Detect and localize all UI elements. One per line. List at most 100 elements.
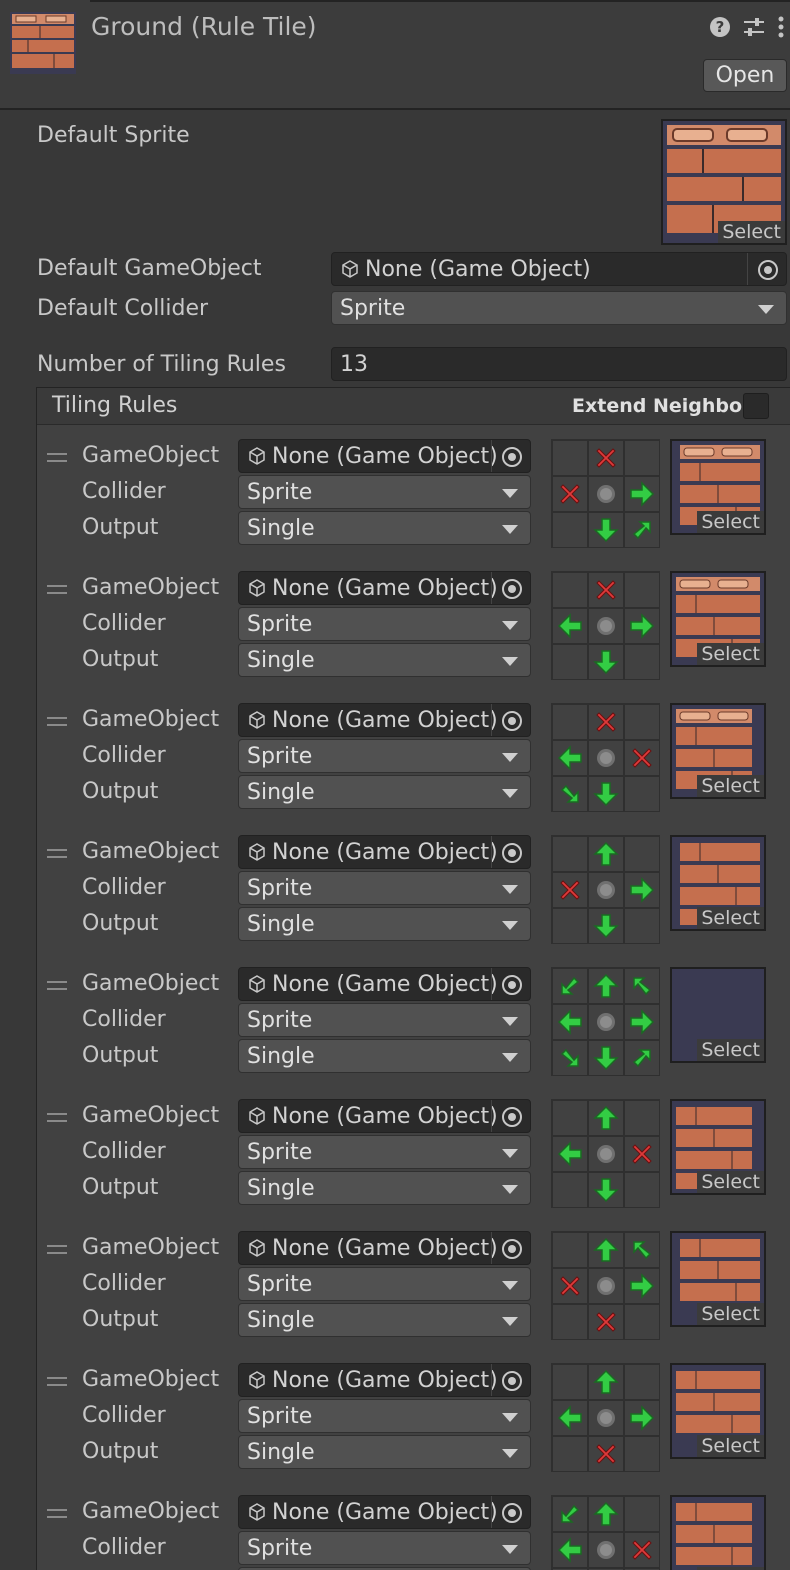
rule-sprite-field[interactable]: Select (670, 1495, 766, 1570)
neighbor-cell[interactable] (588, 872, 624, 908)
neighbor-cell[interactable] (624, 572, 660, 608)
rule-sprite-field[interactable]: Select (670, 835, 766, 931)
neighbor-cell[interactable] (588, 440, 624, 476)
neighbor-cell[interactable] (552, 1268, 588, 1304)
collider-dropdown[interactable]: Sprite (238, 871, 531, 905)
neighbor-cell[interactable] (588, 1400, 624, 1436)
neighbor-cell[interactable] (624, 512, 660, 548)
neighbor-cell[interactable] (552, 704, 588, 740)
neighbor-cell[interactable] (552, 608, 588, 644)
neighbor-cell[interactable] (552, 908, 588, 944)
neighbor-cell[interactable] (624, 740, 660, 776)
neighbor-cell[interactable] (588, 1172, 624, 1208)
drag-handle-icon[interactable] (47, 1245, 67, 1259)
neighbor-cell[interactable] (552, 968, 588, 1004)
object-picker-icon[interactable] (502, 843, 522, 863)
collider-dropdown[interactable]: Sprite (238, 1399, 531, 1433)
collider-dropdown[interactable]: Sprite (238, 1531, 531, 1565)
neighbor-cell[interactable] (624, 1136, 660, 1172)
drag-handle-icon[interactable] (47, 849, 67, 863)
neighbor-cell[interactable] (552, 512, 588, 548)
neighbor-cell[interactable] (624, 608, 660, 644)
output-dropdown[interactable]: Single (238, 643, 531, 677)
neighbor-cell[interactable] (552, 1304, 588, 1340)
gameobject-field[interactable]: None (Game Object) (238, 1363, 531, 1397)
neighbor-cell[interactable] (552, 572, 588, 608)
neighbor-cell[interactable] (624, 1172, 660, 1208)
neighbor-cell[interactable] (588, 908, 624, 944)
neighbor-cell[interactable] (624, 872, 660, 908)
neighbor-cell[interactable] (588, 836, 624, 872)
rule-sprite-field[interactable]: Select (670, 571, 766, 667)
collider-dropdown[interactable]: Sprite (238, 739, 531, 773)
neighbor-cell[interactable] (552, 1100, 588, 1136)
neighbor-cell[interactable] (552, 872, 588, 908)
neighbor-cell[interactable] (588, 776, 624, 812)
neighbor-cell[interactable] (552, 1136, 588, 1172)
neighbor-cell[interactable] (552, 644, 588, 680)
rule-sprite-field[interactable]: Select (670, 439, 766, 535)
drag-handle-icon[interactable] (47, 1113, 67, 1127)
neighbor-cell[interactable] (552, 1532, 588, 1568)
gameobject-field[interactable]: None (Game Object) (238, 1231, 531, 1265)
object-picker-icon[interactable] (502, 1107, 522, 1127)
drag-handle-icon[interactable] (47, 1509, 67, 1523)
rule-sprite-field[interactable]: Select (670, 1231, 766, 1327)
neighbor-cell[interactable] (588, 740, 624, 776)
output-dropdown[interactable]: Single (238, 907, 531, 941)
gameobject-field[interactable]: None (Game Object) (238, 1099, 531, 1133)
preset-icon[interactable] (742, 14, 766, 40)
neighbor-cell[interactable] (624, 1436, 660, 1472)
object-picker-icon[interactable] (502, 975, 522, 995)
output-dropdown[interactable]: Single (238, 1435, 531, 1469)
help-icon[interactable]: ? (708, 14, 732, 40)
output-dropdown[interactable]: Single (238, 775, 531, 809)
select-label[interactable]: Select (697, 1435, 764, 1457)
neighbor-cell[interactable] (624, 1400, 660, 1436)
neighbor-cell[interactable] (588, 1532, 624, 1568)
neighbor-cell[interactable] (624, 1100, 660, 1136)
neighbor-cell[interactable] (552, 740, 588, 776)
neighbor-cell[interactable] (552, 1172, 588, 1208)
neighbor-cell[interactable] (588, 1040, 624, 1076)
neighbor-cell[interactable] (552, 776, 588, 812)
neighbor-cell[interactable] (624, 968, 660, 1004)
output-dropdown[interactable]: Single (238, 1303, 531, 1337)
neighbor-cell[interactable] (624, 836, 660, 872)
collider-dropdown[interactable]: Sprite (238, 1267, 531, 1301)
object-picker-icon[interactable] (502, 447, 522, 467)
neighbor-cell[interactable] (588, 1436, 624, 1472)
drag-handle-icon[interactable] (47, 1377, 67, 1391)
neighbor-cell[interactable] (552, 1400, 588, 1436)
rule-sprite-field[interactable]: Select (670, 967, 766, 1063)
neighbor-cell[interactable] (588, 968, 624, 1004)
neighbor-cell[interactable] (588, 1364, 624, 1400)
neighbor-cell[interactable] (588, 476, 624, 512)
neighbor-cell[interactable] (624, 644, 660, 680)
object-picker-icon[interactable] (502, 711, 522, 731)
neighbor-cell[interactable] (624, 908, 660, 944)
neighbor-cell[interactable] (624, 1364, 660, 1400)
neighbor-cell[interactable] (552, 1004, 588, 1040)
select-label[interactable]: Select (697, 1039, 764, 1061)
object-picker-icon[interactable] (758, 260, 778, 280)
neighbor-cell[interactable] (588, 1304, 624, 1340)
neighbor-cell[interactable] (588, 1136, 624, 1172)
neighbor-cell[interactable] (588, 644, 624, 680)
open-button[interactable]: Open (703, 59, 787, 92)
default-collider-dropdown[interactable]: Sprite (331, 291, 787, 325)
object-picker-icon[interactable] (502, 1503, 522, 1523)
neighbor-cell[interactable] (624, 1040, 660, 1076)
neighbor-cell[interactable] (552, 1436, 588, 1472)
neighbor-cell[interactable] (588, 1004, 624, 1040)
select-label[interactable]: Select (697, 643, 764, 665)
neighbor-cell[interactable] (624, 1004, 660, 1040)
neighbor-cell[interactable] (552, 440, 588, 476)
default-sprite-field[interactable]: Select (661, 119, 787, 245)
neighbor-cell[interactable] (552, 1496, 588, 1532)
gameobject-field[interactable]: None (Game Object) (238, 703, 531, 737)
neighbor-cell[interactable] (624, 704, 660, 740)
rule-sprite-field[interactable]: Select (670, 703, 766, 799)
neighbor-cell[interactable] (588, 608, 624, 644)
gameobject-field[interactable]: None (Game Object) (238, 835, 531, 869)
